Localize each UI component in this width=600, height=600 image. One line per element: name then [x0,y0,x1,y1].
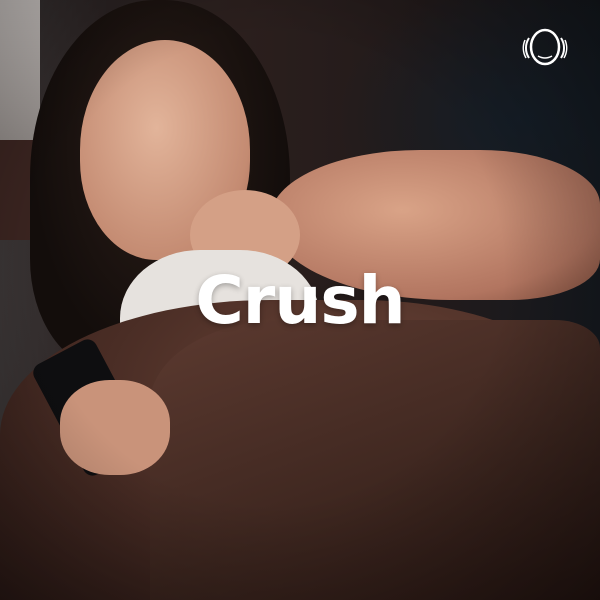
playlist-title: Crush [195,262,405,339]
playlist-cover: Crush [0,0,600,600]
headphone-face-logo-icon [522,28,568,66]
